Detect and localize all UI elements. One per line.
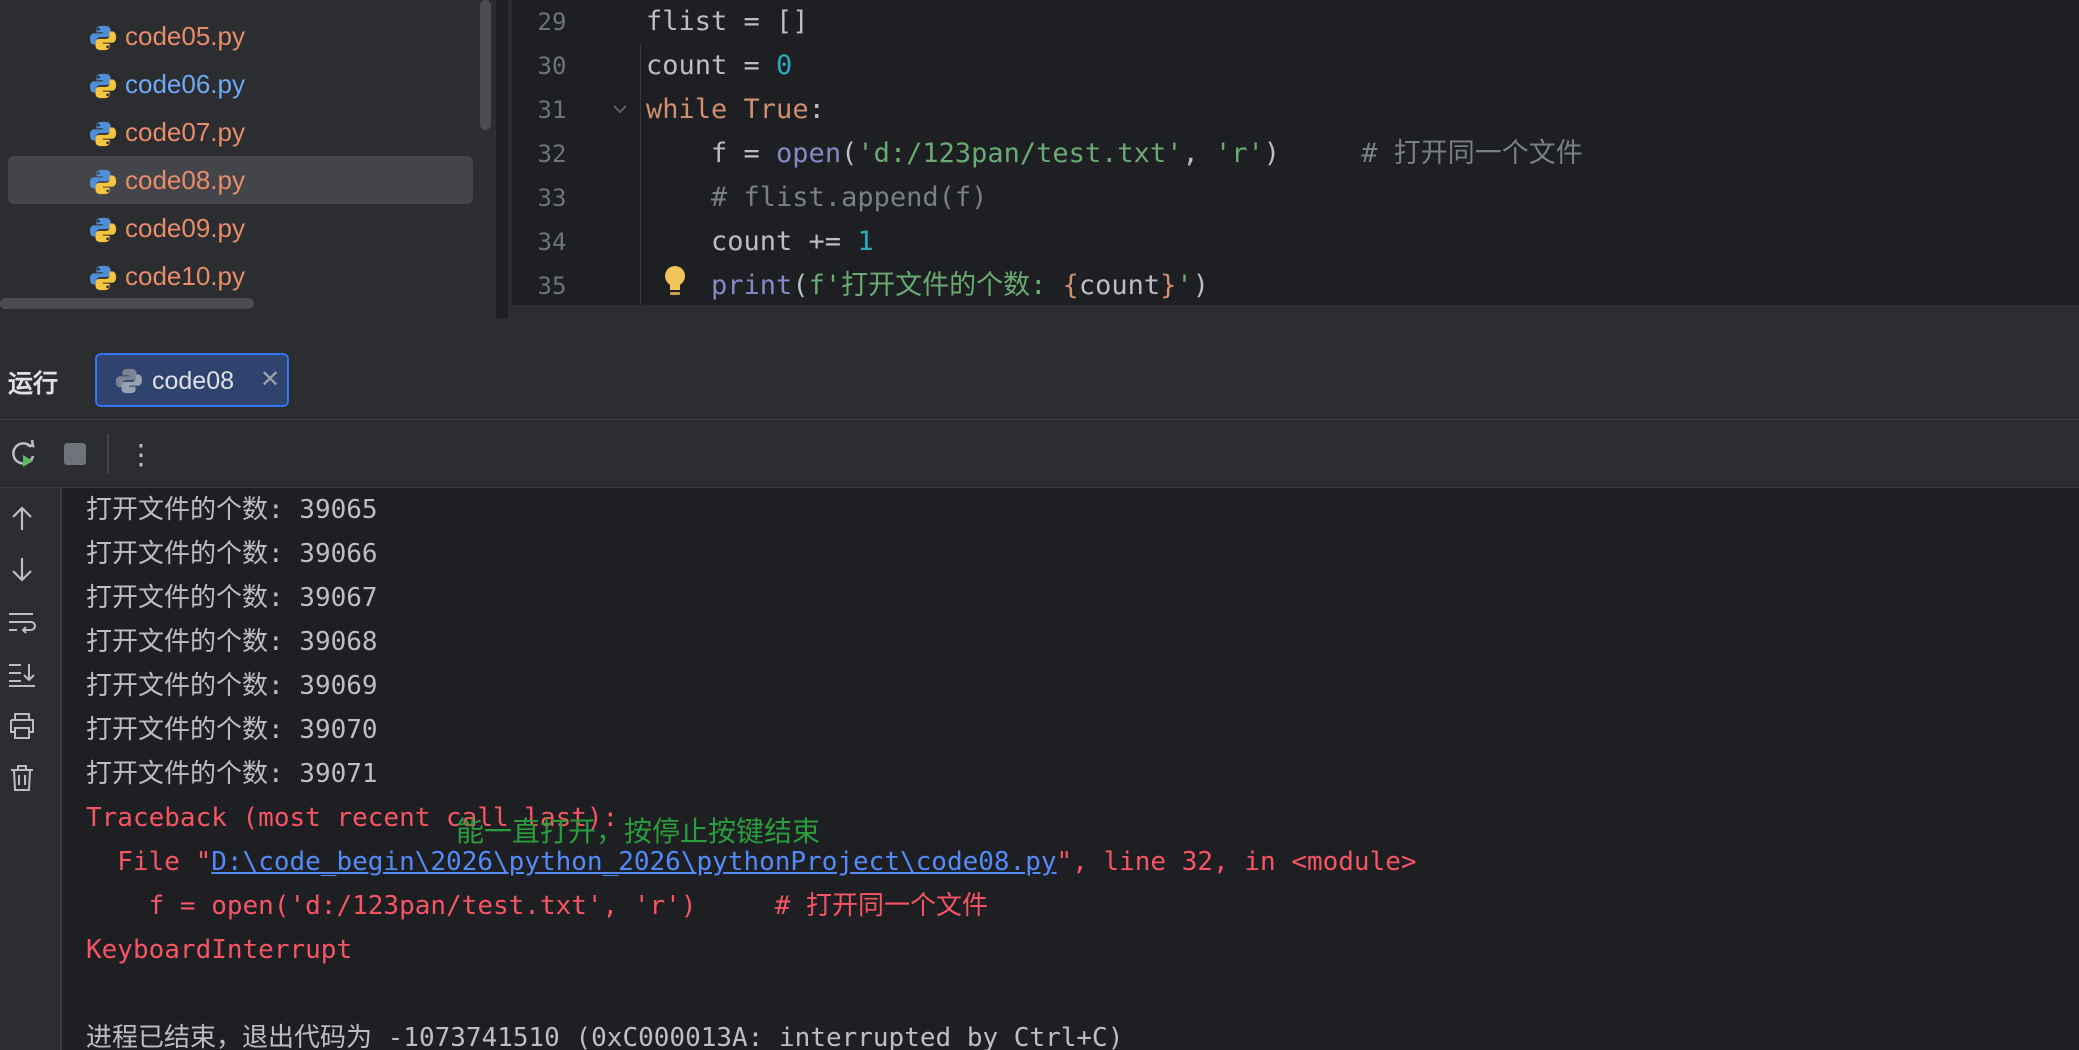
code-line: 29 flist = []	[512, 0, 2079, 44]
toolbar-separator	[107, 434, 109, 474]
code-line: 35 print(f'打开文件的个数: {count}')	[512, 264, 2079, 308]
more-options-button[interactable]: ⋮	[123, 436, 159, 472]
stop-button[interactable]	[57, 436, 93, 472]
arrow-down-icon	[12, 558, 32, 582]
soft-wrap-icon	[9, 613, 36, 634]
tree-item-code06[interactable]: code06.py	[8, 60, 473, 108]
stop-icon	[64, 443, 86, 465]
run-panel-title: 运行	[8, 370, 59, 398]
code-text: # flist.append(f)	[646, 182, 988, 213]
file-name: code08.py	[125, 164, 245, 195]
code-text: flist = []	[646, 6, 809, 37]
line-number: 32	[537, 140, 567, 168]
tree-item-code09[interactable]: code09.py	[8, 204, 473, 252]
console-line: 打开文件的个数: 39066	[86, 539, 378, 569]
code-text: f = open('d:/123pan/test.txt', 'r') # 打开…	[646, 138, 1583, 169]
exit-message: 进程已结束，退出代码为 -1073741510 (0xC000013A: int…	[86, 1023, 1124, 1050]
scroll-up-button[interactable]	[6, 502, 38, 534]
run-toolbar: ⋮	[0, 420, 2079, 488]
project-tree-panel: code05.py code06.py code07.py code08.py …	[0, 0, 496, 318]
run-tab-label: code08	[152, 367, 235, 395]
code-editor[interactable]: 29 flist = [] 30 count = 0 31 while True…	[508, 0, 2079, 318]
traceback-code-line: f = open('d:/123pan/test.txt', 'r') # 打开…	[86, 891, 989, 921]
line-number: 30	[537, 52, 567, 80]
file-name: code07.py	[125, 116, 245, 147]
lightbulb-icon[interactable]	[660, 264, 690, 300]
scroll-to-end-icon	[9, 664, 35, 687]
run-tab-code08[interactable]: code08 ✕	[95, 353, 289, 407]
code-text: while True:	[646, 94, 825, 125]
python-file-icon	[89, 73, 117, 99]
line-number: 33	[537, 184, 567, 212]
code-text: count += 1	[646, 226, 874, 257]
code-line: 32 f = open('d:/123pan/test.txt', 'r') #…	[512, 132, 2079, 176]
run-tool-window: 运行 code08 ✕ ⋮ 打开文件的个数: 39065 打开文件的个数: 39…	[0, 318, 2079, 1050]
console-line: 打开文件的个数: 39067	[86, 583, 378, 613]
fold-chevron-icon[interactable]	[612, 104, 628, 114]
python-file-icon	[89, 25, 117, 51]
console-side-toolbar	[0, 488, 62, 1050]
exception-name: KeyboardInterrupt	[86, 935, 353, 965]
file-name: code10.py	[125, 260, 245, 291]
console-line: 打开文件的个数: 39069	[86, 671, 378, 701]
tree-item-code05[interactable]: code05.py	[8, 12, 473, 60]
console-line: 打开文件的个数: 39068	[86, 627, 378, 657]
print-button[interactable]	[6, 710, 38, 742]
python-file-icon	[89, 169, 117, 195]
tree-horizontal-scrollbar[interactable]	[0, 298, 254, 309]
console-line: 打开文件的个数: 39070	[86, 715, 378, 745]
annotation-note: 能一直打开，按停止按键结束	[456, 815, 821, 848]
arrow-up-icon	[12, 506, 32, 530]
trash-icon	[11, 765, 33, 791]
file-name: code09.py	[125, 212, 245, 243]
scroll-to-end-button[interactable]	[6, 658, 38, 690]
traceback-file-link[interactable]: D:\code_begin\2026\python_2026\pythonPro…	[211, 847, 1056, 877]
code-line: 30 count = 0	[512, 44, 2079, 88]
console-line: 打开文件的个数: 39071	[86, 759, 378, 789]
python-file-icon	[89, 121, 117, 147]
clear-console-button[interactable]	[6, 762, 38, 794]
tree-vertical-scrollbar[interactable]	[480, 0, 491, 130]
tree-item-code10[interactable]: code10.py	[8, 252, 473, 300]
file-name: code06.py	[125, 68, 245, 99]
file-name: code05.py	[125, 20, 245, 51]
python-file-icon	[89, 217, 117, 243]
print-icon	[10, 713, 34, 739]
python-file-icon	[94, 0, 134, 2]
code-text: print(f'打开文件的个数: {count}')	[711, 270, 1209, 301]
code-line: 34 count += 1	[512, 220, 2079, 264]
python-run-icon	[115, 368, 143, 394]
tree-item-code07[interactable]: code07.py	[8, 108, 473, 156]
traceback-file-prefix: File "	[86, 847, 212, 877]
traceback-file-suffix: ", line 32, in <module>	[1056, 847, 1417, 877]
console-output[interactable]: 打开文件的个数: 39065 打开文件的个数: 39066 打开文件的个数: 3…	[86, 488, 2076, 1050]
code-line: 33 # flist.append(f)	[512, 176, 2079, 220]
code-text: count = 0	[646, 50, 793, 81]
soft-wrap-button[interactable]	[6, 606, 38, 638]
rerun-icon	[12, 439, 35, 467]
line-number: 34	[537, 228, 567, 256]
python-file-icon	[89, 265, 117, 291]
code-line: 31 while True:	[512, 88, 2079, 132]
scroll-down-button[interactable]	[6, 554, 38, 586]
editor-horizontal-scrollbar[interactable]	[512, 305, 2079, 318]
line-number: 29	[537, 8, 567, 36]
rerun-button[interactable]	[6, 436, 42, 472]
line-number: 31	[537, 96, 567, 124]
console-line: 打开文件的个数: 39065	[86, 495, 378, 525]
line-number: 35	[537, 272, 567, 300]
close-icon[interactable]: ✕	[260, 365, 280, 394]
run-header: 运行 code08 ✕	[0, 330, 2079, 420]
tree-item-code08[interactable]: code08.py	[8, 156, 473, 204]
